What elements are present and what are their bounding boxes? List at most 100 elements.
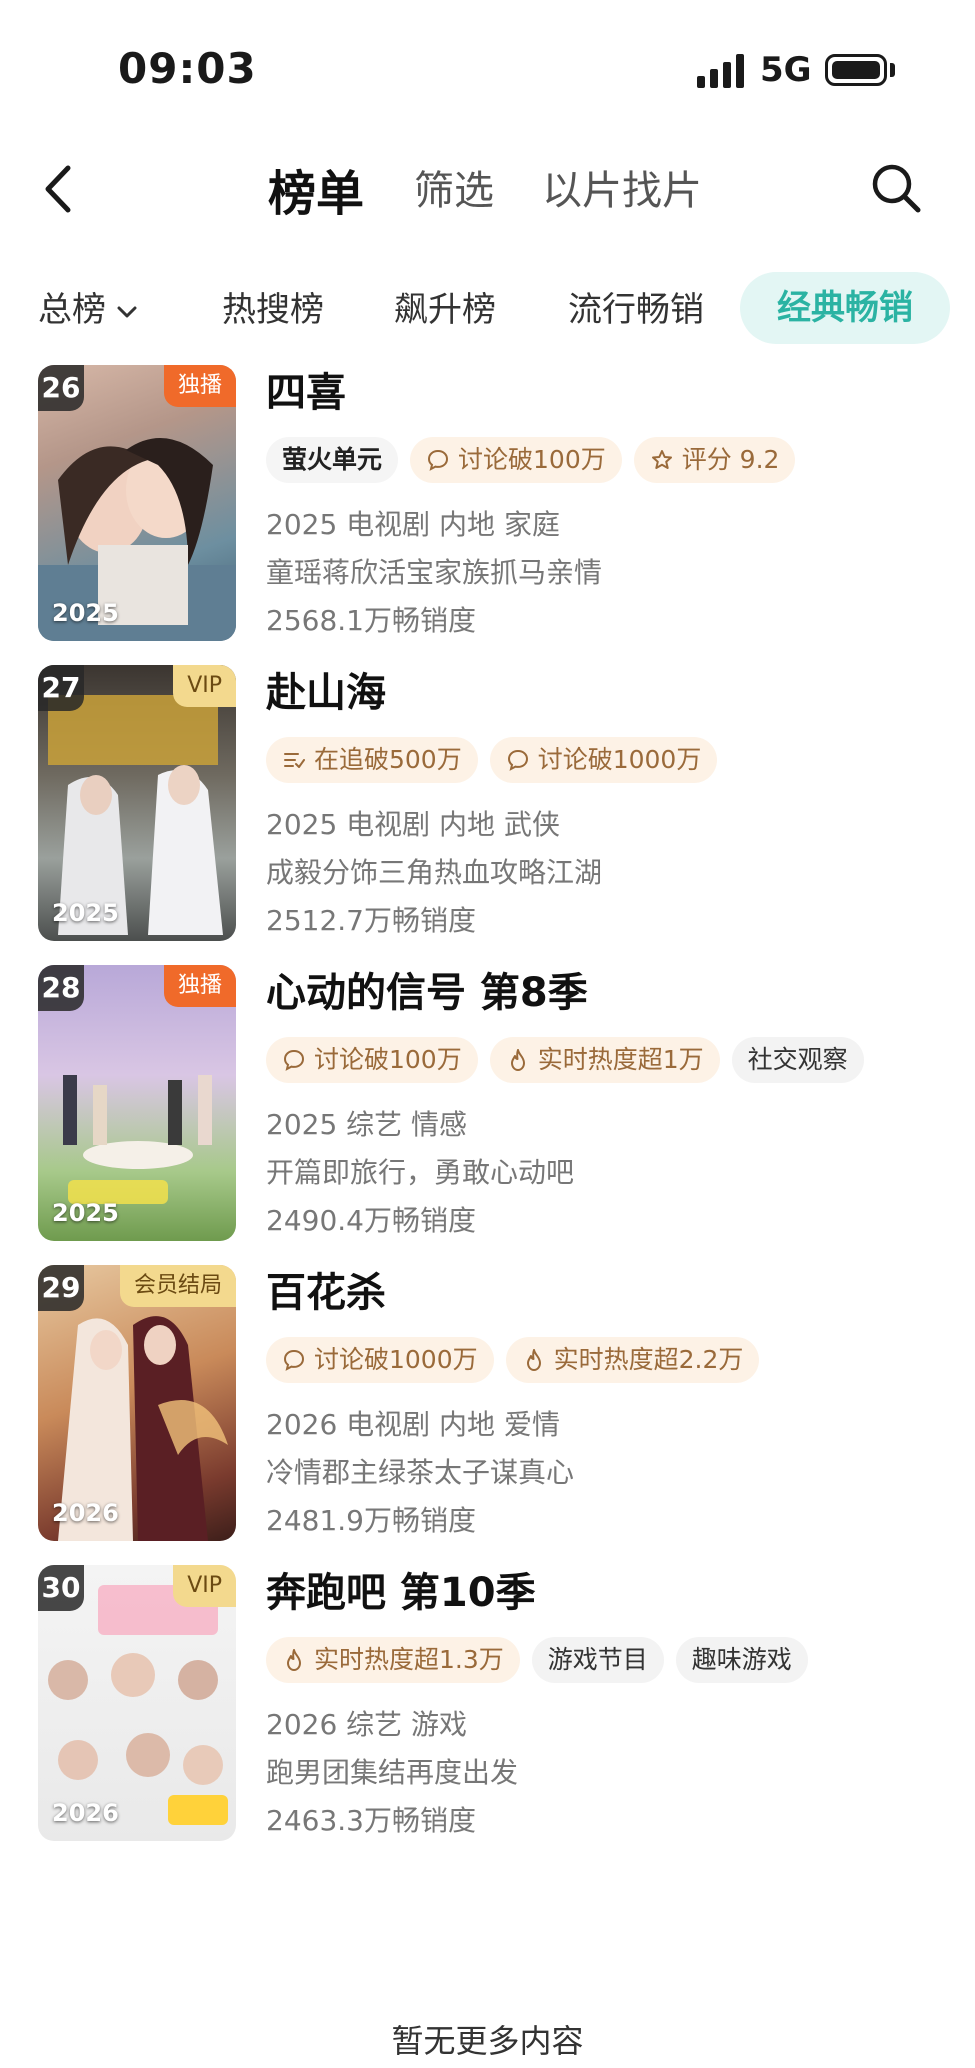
tab-find-by-film[interactable]: 以片找片 xyxy=(542,158,702,216)
poster-image[interactable]: 27 VIP 2025 xyxy=(38,665,236,941)
filter-dropdown-label: 总榜 xyxy=(38,290,106,330)
item-info: 奔跑吧 第10季 实时热度超1.3万 游戏节目 趣味游戏 2026 综艺 游戏 … xyxy=(266,1565,956,1845)
filter-classic-active[interactable]: 经典畅销 xyxy=(740,272,950,344)
tag-row: 实时热度超1.3万 游戏节目 趣味游戏 xyxy=(266,1637,956,1685)
tag-row: 讨论破1000万 实时热度超2.2万 xyxy=(266,1337,956,1385)
tab-rankings[interactable]: 榜单 xyxy=(268,154,364,224)
item-title[interactable]: 百花杀 xyxy=(266,1267,956,1319)
discussion-tag: 讨论破100万 xyxy=(266,1037,478,1083)
item-info: 百花杀 讨论破1000万 实时热度超2.2万 2026 电视剧 内地 爱情 冷情… xyxy=(266,1265,956,1545)
filter-bar: 总榜 热搜榜 飙升榜 流行畅销 经典畅销 xyxy=(0,270,975,350)
item-description: 跑男团集结再度出发 xyxy=(266,1756,519,1789)
vip-badge: VIP xyxy=(173,1565,236,1607)
discussion-tag: 讨论破1000万 xyxy=(266,1337,494,1383)
filter-popular[interactable]: 流行畅销 xyxy=(568,282,704,331)
following-tag: 在追破500万 xyxy=(266,737,478,783)
item-meta: 2025 综艺 情感 开篇即旅行，勇敢心动吧 2490.4万畅销度 xyxy=(266,1101,956,1245)
item-sales: 2490.4万畅销度 xyxy=(266,1204,476,1237)
poster-image[interactable]: 26 独播 2025 xyxy=(38,365,236,641)
tag-text: 讨论破100万 xyxy=(314,1045,462,1074)
genre-tag: 社交观察 xyxy=(731,1037,864,1083)
list-item[interactable]: 28 独播 2025 心动的信号 第8季 讨论破100万 实时热度超1万 社交观… xyxy=(0,965,975,1245)
item-meta: 2025 电视剧 内地 武侠 成毅分饰三角热血攻略江湖 2512.7万畅销度 xyxy=(266,801,956,945)
item-info: 心动的信号 第8季 讨论破100万 实时热度超1万 社交观察 2025 综艺 情… xyxy=(266,965,956,1245)
poster-year: 2025 xyxy=(52,899,119,927)
tag-text: 实时热度超2.2万 xyxy=(553,1345,744,1374)
signal-icon xyxy=(697,54,744,88)
poster-image[interactable]: 30 VIP 2026 xyxy=(38,1565,236,1841)
item-sales: 2463.3万畅销度 xyxy=(266,1804,476,1837)
poster-year: 2026 xyxy=(52,1499,119,1527)
rank-badge: 26 xyxy=(38,365,84,411)
no-more-content: 暂无更多内容 xyxy=(391,2022,584,2060)
star-icon xyxy=(651,450,672,469)
item-title[interactable]: 赴山海 xyxy=(266,667,956,719)
list-item[interactable]: 26 独播 2025 四喜 萤火单元 讨论破100万 评分 9.2 2025 电… xyxy=(0,365,975,645)
item-description: 成毅分饰三角热血攻略江湖 xyxy=(266,856,603,889)
list-item[interactable]: 27 VIP 2025 赴山海 在追破500万 讨论破1000万 2025 电视… xyxy=(0,665,975,945)
item-category: 2025 综艺 情感 xyxy=(266,1108,468,1141)
list-icon xyxy=(284,753,305,768)
item-title[interactable]: 奔跑吧 第10季 xyxy=(266,1567,956,1619)
tag-text: 实时热度超1万 xyxy=(537,1045,704,1074)
item-info: 赴山海 在追破500万 讨论破1000万 2025 电视剧 内地 武侠 成毅分饰… xyxy=(266,665,956,945)
item-description: 童瑶蒋欣活宝家族抓马亲情 xyxy=(266,556,603,589)
item-meta: 2026 电视剧 内地 爱情 冷情郡主绿茶太子谋真心 2481.9万畅销度 xyxy=(266,1401,956,1545)
tag-text: 社交观察 xyxy=(747,1045,848,1074)
tag-text: 游戏节目 xyxy=(547,1645,648,1674)
item-category: 2026 电视剧 内地 爱情 xyxy=(266,1408,560,1441)
back-icon[interactable] xyxy=(38,160,82,218)
network-label: 5G xyxy=(760,50,812,90)
rank-badge: 30 xyxy=(38,1565,84,1611)
comment-icon xyxy=(283,1049,305,1071)
tag-text: 实时热度超1.3万 xyxy=(314,1645,504,1674)
status-time: 09:03 xyxy=(118,44,257,93)
rank-badge: 28 xyxy=(38,965,84,1011)
genre-tag: 趣味游戏 xyxy=(675,1637,808,1683)
discussion-tag: 讨论破1000万 xyxy=(489,737,718,783)
flame-icon xyxy=(526,1349,541,1371)
item-meta: 2025 电视剧 内地 家庭 童瑶蒋欣活宝家族抓马亲情 2568.1万畅销度 xyxy=(266,501,956,645)
heat-tag: 实时热度超1.3万 xyxy=(266,1637,520,1683)
list-item[interactable]: 29 会员结局 2026 百花杀 讨论破1000万 实时热度超2.2万 2026… xyxy=(0,1265,975,1545)
item-description: 冷情郡主绿茶太子谋真心 xyxy=(266,1456,575,1489)
comment-icon xyxy=(283,1349,305,1371)
item-meta: 2026 综艺 游戏 跑男团集结再度出发 2463.3万畅销度 xyxy=(266,1701,956,1845)
brand-tag: 萤火单元 xyxy=(266,437,399,483)
item-sales: 2481.9万畅销度 xyxy=(266,1504,476,1537)
nav-header: 榜单 筛选 以片找片 xyxy=(0,140,975,255)
item-category: 2025 电视剧 内地 武侠 xyxy=(266,808,560,841)
poster-image[interactable]: 28 独播 2025 xyxy=(38,965,236,1241)
filter-hot-search[interactable]: 热搜榜 xyxy=(222,282,324,331)
item-title[interactable]: 四喜 xyxy=(266,367,956,419)
brand-logo: 萤火单元 xyxy=(282,445,383,474)
item-sales: 2568.1万畅销度 xyxy=(266,604,476,637)
discussion-tag: 讨论破100万 xyxy=(410,437,622,483)
flame-icon xyxy=(510,1049,525,1071)
tag-text: 在追破500万 xyxy=(314,745,462,774)
genre-tag: 游戏节目 xyxy=(531,1637,664,1683)
item-description: 开篇即旅行，勇敢心动吧 xyxy=(266,1156,575,1189)
filter-dropdown[interactable]: 总榜 xyxy=(38,282,138,331)
search-icon[interactable] xyxy=(870,162,922,214)
filter-rising[interactable]: 飙升榜 xyxy=(394,282,496,331)
heat-tag: 实时热度超1万 xyxy=(489,1037,720,1083)
vip-badge: VIP xyxy=(173,665,236,707)
tag-text: 评分 9.2 xyxy=(681,445,780,474)
rank-badge: 29 xyxy=(38,1265,84,1311)
poster-year: 2025 xyxy=(52,599,119,627)
tag-row: 萤火单元 讨论破100万 评分 9.2 xyxy=(266,437,956,485)
list-item[interactable]: 30 VIP 2026 奔跑吧 第10季 实时热度超1.3万 游戏节目 趣味游戏… xyxy=(0,1565,975,1845)
poster-image[interactable]: 29 会员结局 2026 xyxy=(38,1265,236,1541)
rank-badge: 27 xyxy=(38,665,84,711)
item-title[interactable]: 心动的信号 第8季 xyxy=(266,967,956,1019)
poster-year: 2025 xyxy=(52,1199,119,1227)
tag-text: 讨论破1000万 xyxy=(314,1345,478,1374)
exclusive-badge: 独播 xyxy=(163,365,236,407)
item-category: 2025 电视剧 内地 家庭 xyxy=(266,508,560,541)
tag-text: 趣味游戏 xyxy=(691,1645,792,1674)
tab-filter[interactable]: 筛选 xyxy=(414,158,494,216)
item-info: 四喜 萤火单元 讨论破100万 评分 9.2 2025 电视剧 内地 家庭 童瑶… xyxy=(266,365,956,645)
member-ending-badge: 会员结局 xyxy=(119,1265,236,1307)
battery-cap xyxy=(890,63,895,77)
